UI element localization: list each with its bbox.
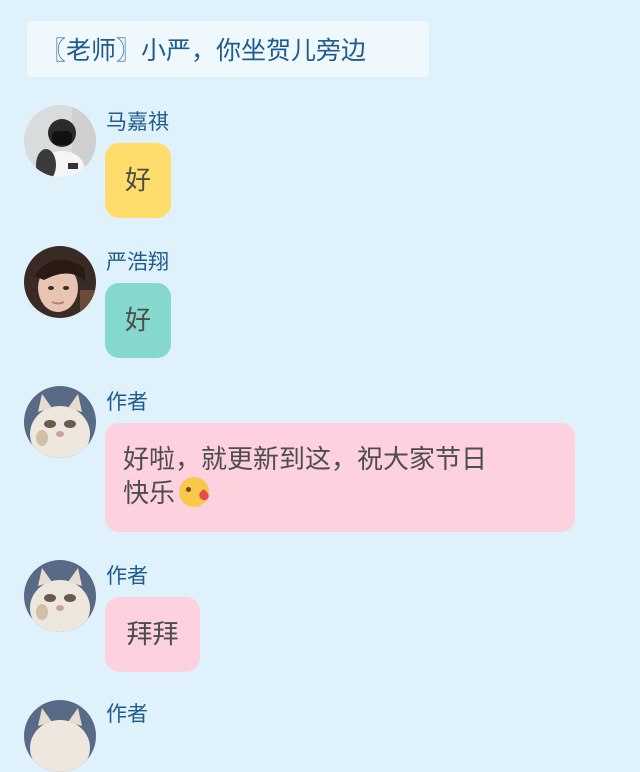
sender-name: 作者 [106,390,148,414]
message-bubble[interactable]: 拜拜 [105,597,200,672]
message-bubble[interactable]: 好啦，就更新到这，祝大家节日 快乐 [105,423,575,532]
white-cat-avatar[interactable] [24,386,96,458]
sender-name: 马嘉祺 [106,110,169,134]
narration-text: 〖老师〗小严，你坐贺儿旁边 [41,36,367,65]
message-text: 好 [124,305,151,336]
boy-with-mask-avatar[interactable] [24,105,96,177]
sender-name: 作者 [106,564,148,588]
white-cat-avatar[interactable] [24,560,96,632]
message-bubble[interactable]: 好 [105,143,171,218]
message-text: 好 [124,165,151,196]
kissing-face-emoji-icon [179,477,210,507]
message-text: 拜拜 [126,619,179,650]
message-bubble[interactable]: 好 [105,283,171,358]
white-cat-avatar[interactable] [24,700,96,772]
narration-banner: 〖老师〗小严，你坐贺儿旁边 [27,21,429,77]
sender-name: 作者 [106,702,148,726]
message-text: 快乐 [123,479,176,509]
message-text-line-2: 快乐 [123,477,557,511]
boy-portrait-avatar[interactable] [24,246,96,318]
sender-name: 严浩翔 [106,250,169,274]
message-text-line: 好啦，就更新到这，祝大家节日 [123,445,488,475]
